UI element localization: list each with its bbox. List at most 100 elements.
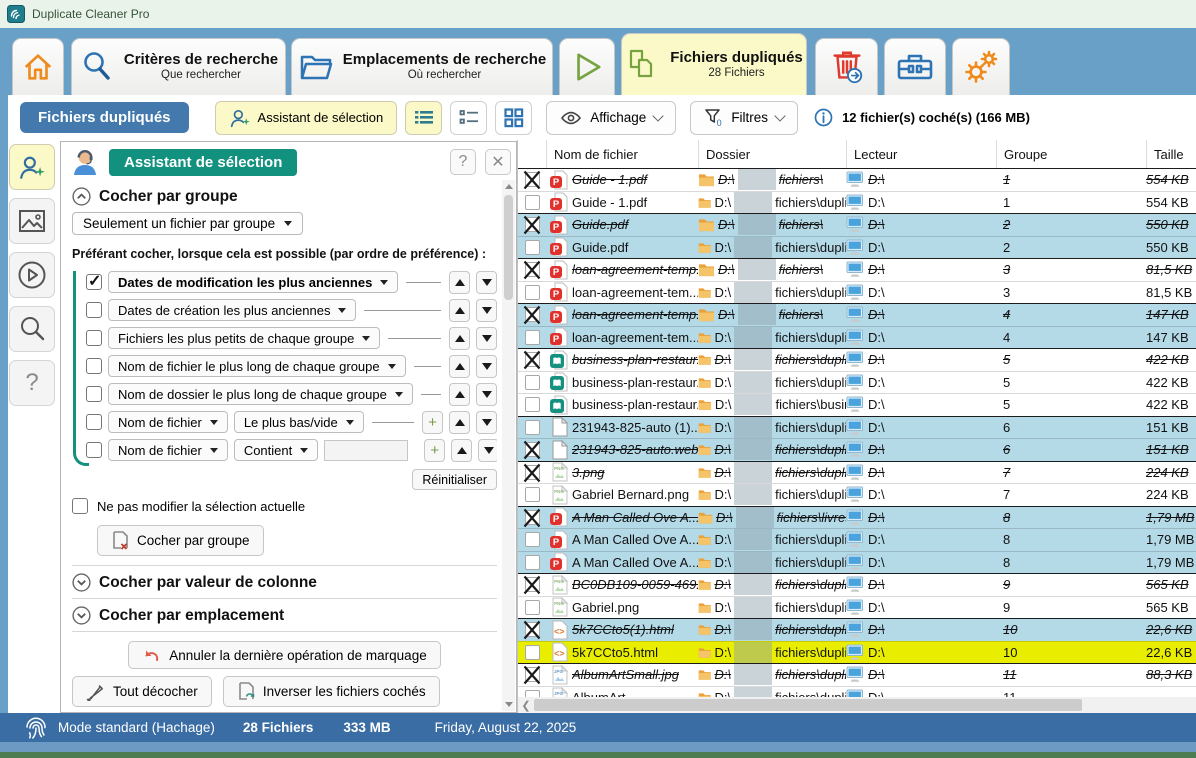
section-check-by-group[interactable]: Cocher par groupe	[72, 180, 497, 212]
move-rule-down-button[interactable]	[476, 411, 497, 434]
add-rule-button[interactable]: +	[422, 411, 443, 434]
move-rule-up-button[interactable]	[449, 299, 470, 322]
tab-search-criteria[interactable]: Critères de rechercheQue rechercher	[71, 38, 286, 95]
rule-checkbox[interactable]	[86, 386, 102, 402]
selection-assistant-button[interactable]: Assistant de sélection	[215, 101, 398, 135]
table-row[interactable]: P loan-agreement-temp... D:\ fichiers\ D…	[518, 258, 1196, 281]
row-checkbox[interactable]	[525, 285, 540, 300]
rule-checkbox[interactable]	[86, 358, 102, 374]
add-rule-button[interactable]: +	[424, 439, 445, 462]
rule-checkbox[interactable]	[86, 330, 102, 346]
tab-settings[interactable]	[952, 38, 1010, 95]
rail-search-button[interactable]	[9, 306, 55, 352]
row-checkbox[interactable]	[525, 420, 540, 435]
rule-checkbox[interactable]	[86, 442, 102, 458]
table-row[interactable]: P loan-agreement-tem... D:\ fichiers\dup…	[518, 326, 1196, 349]
table-row[interactable]: P A Man Called Ove A... D:\ fichiers\dup…	[518, 551, 1196, 574]
move-rule-down-button[interactable]	[476, 299, 497, 322]
section-check-by-column[interactable]: Cocher par valeur de colonne	[72, 566, 497, 598]
keep-selection-checkbox[interactable]	[72, 498, 88, 514]
row-checkbox[interactable]	[525, 240, 540, 255]
move-rule-down-button[interactable]	[476, 327, 497, 350]
header-drive[interactable]: Lecteur	[846, 140, 996, 168]
row-checkbox[interactable]	[525, 487, 540, 502]
move-rule-down-button[interactable]	[478, 439, 497, 462]
row-checkbox[interactable]	[525, 375, 540, 390]
move-rule-up-button[interactable]	[449, 411, 470, 434]
tab-start-scan[interactable]	[559, 38, 615, 95]
table-row[interactable]: <> 5k7CCto5(1).html D:\ fichiers\duplic.…	[518, 618, 1196, 641]
move-rule-up-button[interactable]	[449, 271, 470, 294]
duplicate-files-section-button[interactable]: Fichiers dupliqués	[20, 102, 189, 133]
view-details-button[interactable]	[405, 101, 442, 135]
rail-help-button[interactable]: ?	[9, 360, 55, 406]
tab-file-removal[interactable]	[815, 38, 878, 95]
invert-checked-button[interactable]: Inverser les fichiers cochés	[223, 676, 440, 707]
row-checkbox[interactable]	[525, 690, 540, 697]
rule-option-select[interactable]: Dates de création les plus anciennes	[108, 299, 356, 321]
table-row[interactable]: business-plan-restaur... D:\ fichiers\bu…	[518, 393, 1196, 416]
row-checkbox[interactable]	[525, 330, 540, 345]
row-checkbox[interactable]	[525, 555, 540, 570]
group-mode-select[interactable]: Seulement un fichier par groupe	[72, 212, 303, 235]
table-row[interactable]: P Guide.pdf D:\ fichiers\ D:\ 2 550 KB	[518, 213, 1196, 236]
scrollbar-thumb[interactable]	[534, 699, 1082, 711]
header-folder[interactable]: Dossier	[698, 140, 846, 168]
rail-image-preview-button[interactable]	[9, 198, 55, 244]
table-horizontal-scrollbar[interactable]: ❮	[518, 697, 1196, 713]
move-rule-up-button[interactable]	[449, 355, 470, 378]
tab-tools[interactable]	[884, 38, 946, 95]
rule-operator-select[interactable]: Contient	[234, 439, 318, 461]
header-checkbox-column[interactable]	[518, 140, 546, 168]
header-size[interactable]: Taille	[1146, 140, 1196, 168]
table-row[interactable]: P Guide.pdf D:\ fichiers\duplic... D:\ 2…	[518, 236, 1196, 259]
uncheck-all-button[interactable]: Tout décocher	[72, 676, 212, 707]
tab-search-locations[interactable]: Emplacements de rechercheOù rechercher	[291, 38, 553, 95]
tab-duplicate-files[interactable]: Fichiers dupliqués28 Fichiers	[621, 33, 807, 95]
rule-option-select[interactable]: Nom de dossier le plus long de chaque gr…	[108, 383, 413, 405]
table-row[interactable]: P Guide - 1.pdf D:\ fichiers\duplic... D…	[518, 191, 1196, 214]
table-row[interactable]: P loan-agreement-temp... D:\ fichiers\ D…	[518, 303, 1196, 326]
table-row[interactable]: JPG AlbumArt... D:\ fichiers\duplic... D…	[518, 686, 1196, 698]
tab-home[interactable]	[12, 38, 64, 95]
table-row[interactable]: 231943-825-auto.webp D:\ fichiers\duplic…	[518, 438, 1196, 461]
rail-selection-assistant-button[interactable]	[9, 144, 55, 190]
table-row[interactable]: business-plan-restaur... D:\ fichiers\du…	[518, 371, 1196, 394]
panel-close-button[interactable]: ✕	[485, 149, 511, 175]
table-row[interactable]: P A Man Called Ove A... D:\ fichiers\liv…	[518, 506, 1196, 529]
row-checkbox[interactable]	[525, 645, 540, 660]
table-row[interactable]: PNG Gabriel Bernard.png D:\ fichiers\dup…	[518, 483, 1196, 506]
check-by-group-button[interactable]: Cocher par groupe	[97, 525, 264, 556]
move-rule-up-button[interactable]	[449, 327, 470, 350]
table-row[interactable]: P loan-agreement-tem... D:\ fichiers\dup…	[518, 281, 1196, 304]
row-checkbox[interactable]	[525, 195, 540, 210]
rule-checkbox[interactable]	[86, 302, 102, 318]
move-rule-up-button[interactable]	[449, 383, 470, 406]
rule-checkbox[interactable]	[86, 274, 102, 290]
reset-button[interactable]: Réinitialiser	[412, 469, 497, 490]
header-group[interactable]: Groupe	[996, 140, 1146, 168]
rule-checkbox[interactable]	[86, 414, 102, 430]
rail-media-preview-button[interactable]	[9, 252, 55, 298]
table-row[interactable]: P Guide - 1.pdf D:\ fichiers\ D:\ 1 554 …	[518, 168, 1196, 191]
move-rule-up-button[interactable]	[451, 439, 472, 462]
table-row[interactable]: PNG BC0DB109-0059-469... D:\ fichiers\du…	[518, 573, 1196, 596]
rule-value-input[interactable]	[324, 440, 408, 461]
rule-option-select[interactable]: Fichiers les plus petits de chaque group…	[108, 327, 380, 349]
move-rule-down-button[interactable]	[476, 355, 497, 378]
section-check-by-location[interactable]: Cocher par emplacement	[72, 599, 497, 631]
filters-dropdown[interactable]: 0 Filtres	[690, 101, 798, 135]
rule-operator-select[interactable]: Le plus bas/vide	[234, 411, 364, 433]
move-rule-down-button[interactable]	[476, 271, 497, 294]
row-checkbox[interactable]	[525, 600, 540, 615]
rule-option-select[interactable]: Nom de fichier	[108, 411, 228, 433]
panel-vertical-scrollbar[interactable]	[502, 180, 515, 711]
table-row[interactable]: PNG 3.png D:\ fichiers\duplic... D:\ 7 2…	[518, 461, 1196, 484]
table-row[interactable]: P A Man Called Ove A... D:\ fichiers\dup…	[518, 528, 1196, 551]
header-file-name[interactable]: Nom de fichier	[546, 140, 698, 168]
view-list-button[interactable]	[450, 101, 487, 135]
table-row[interactable]: 231943-825-auto (1).... D:\ fichiers\dup…	[518, 416, 1196, 439]
undo-last-marking-button[interactable]: Annuler la dernière opération de marquag…	[128, 641, 440, 669]
panel-help-button[interactable]: ?	[450, 149, 476, 175]
move-rule-down-button[interactable]	[476, 383, 497, 406]
